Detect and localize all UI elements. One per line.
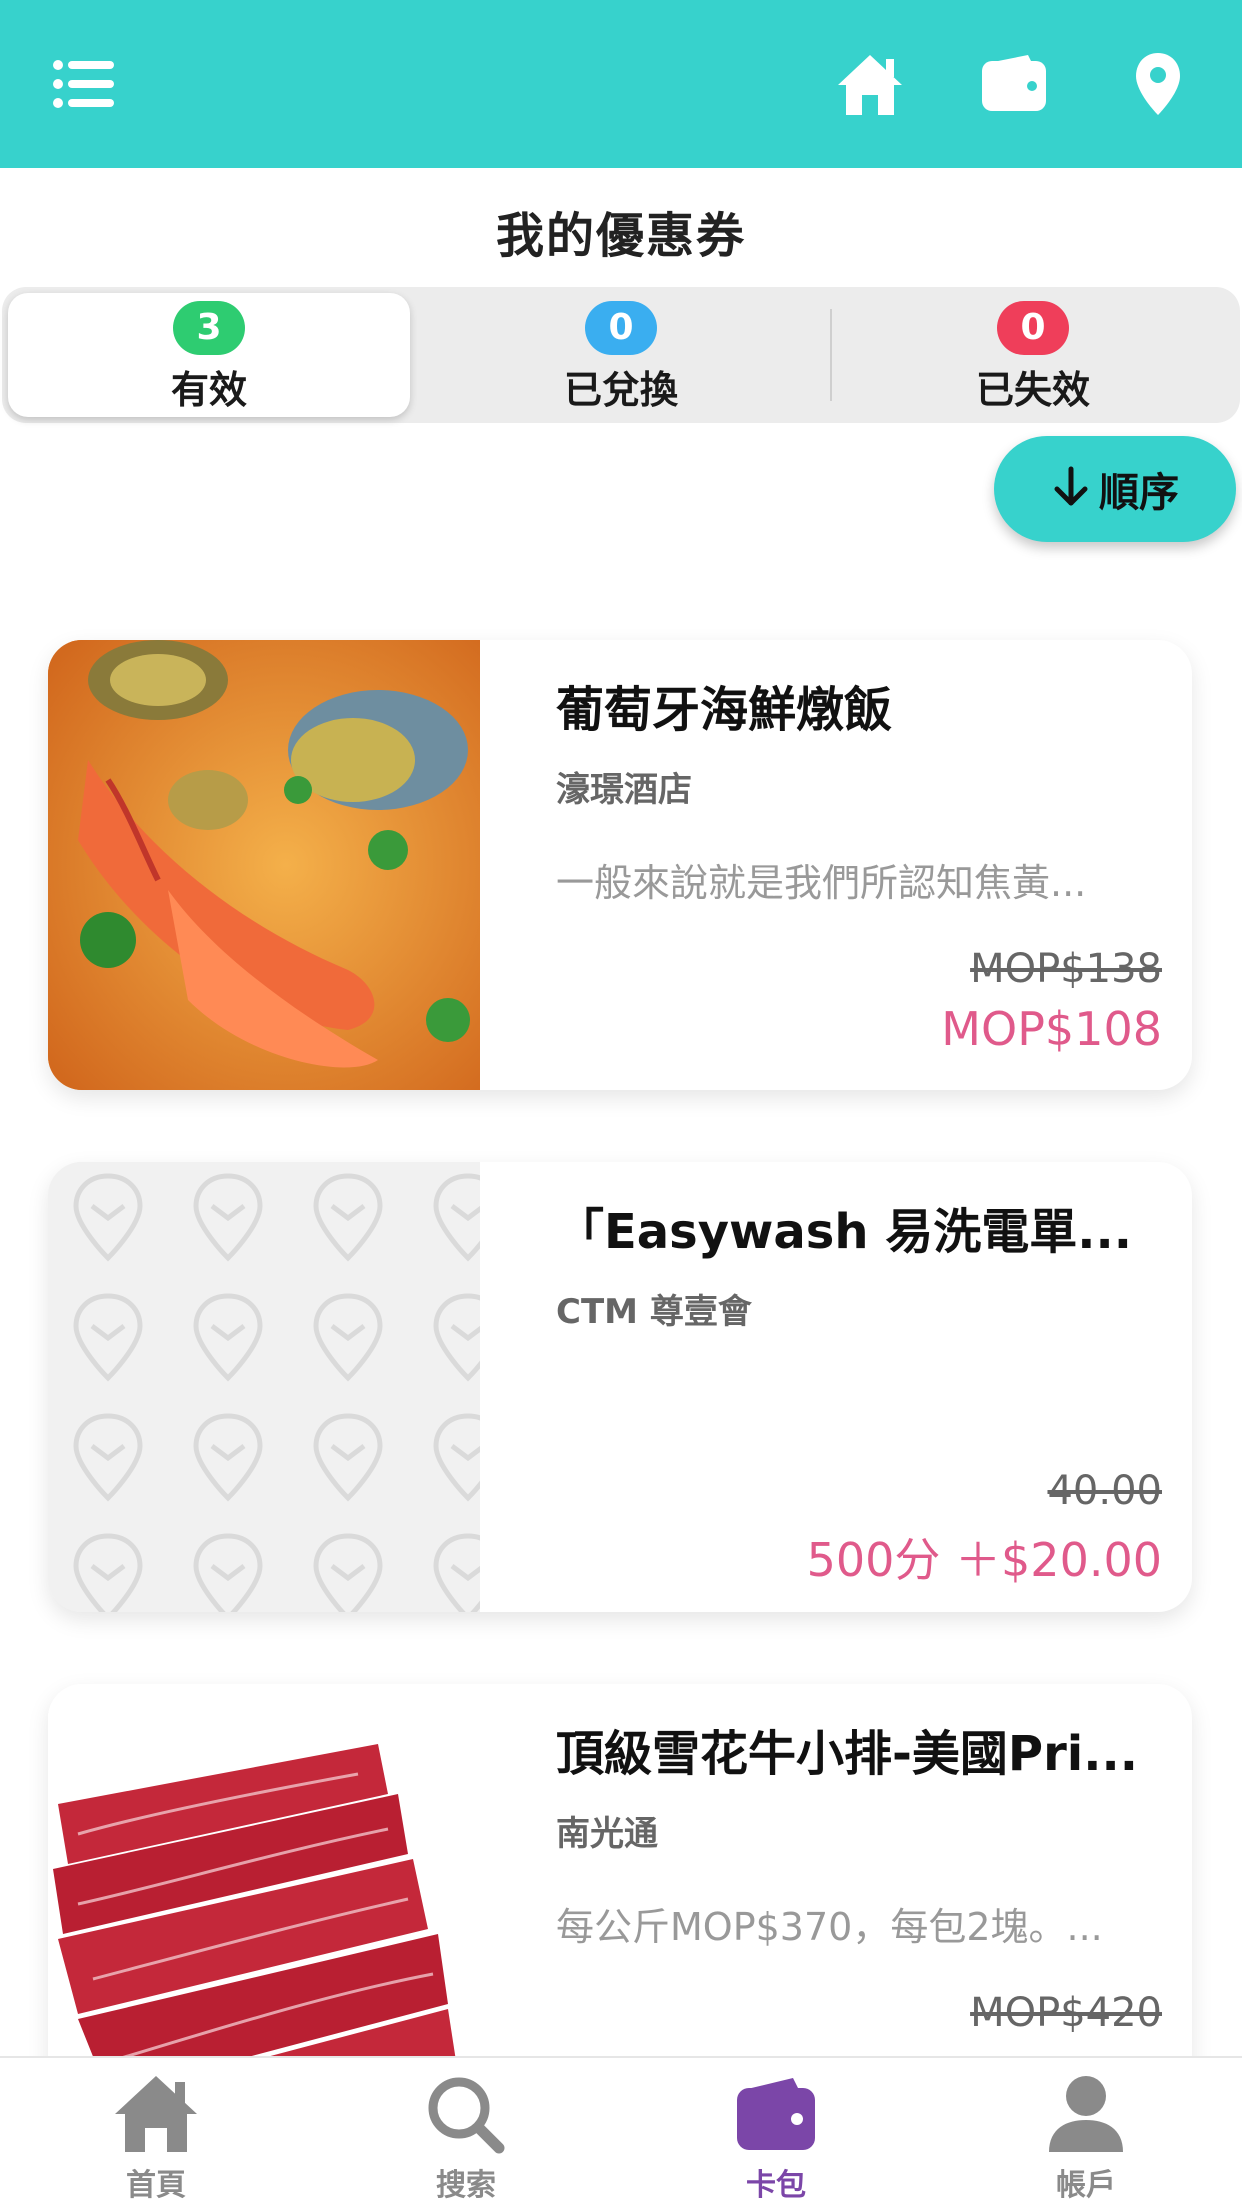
sort-button[interactable]: 順序 (994, 436, 1236, 542)
home-icon (56, 2072, 256, 2154)
coupon-title: 「Easywash 易洗電單... (556, 1204, 1132, 1260)
search-icon (366, 2072, 566, 2154)
wallet-icon[interactable] (974, 44, 1054, 124)
arrow-down-icon (1051, 465, 1091, 513)
seafood-rice-photo (48, 640, 480, 1090)
nav-wallet[interactable]: 卡包 (676, 2072, 876, 2204)
coupon-original-price: MOP$138 (970, 946, 1162, 992)
coupon-merchant: 南光通 (556, 1814, 658, 1854)
nav-account[interactable]: 帳戶 (986, 2072, 1186, 2204)
tab-redeemed[interactable]: 0 已兌換 (420, 293, 822, 417)
bottom-navigation: 首頁 搜索 卡包 帳戶 (0, 2056, 1242, 2208)
coupon-card[interactable]: 葡萄牙海鮮燉飯 濠璟酒店 一般來說就是我們所認知焦黃... MOP$138 MO… (48, 640, 1192, 1090)
wallet-icon (676, 2072, 876, 2154)
coupon-title: 頂級雪花牛小排-美國Pri... (556, 1726, 1138, 1782)
tab-label: 已失效 (975, 368, 1090, 412)
coupon-price: MOP$108 (941, 1002, 1162, 1056)
coupon-description: 每公斤MOP$370，每包2塊。... (556, 1905, 1103, 1949)
home-icon[interactable] (830, 44, 910, 124)
tab-valid[interactable]: 3 有效 (8, 293, 410, 417)
valid-count-badge: 3 (173, 301, 245, 355)
coupon-card[interactable]: 「Easywash 易洗電單... CTM 尊壹會 40.00 500分 ＋$2… (48, 1162, 1192, 1612)
nav-label: 卡包 (746, 2168, 806, 2203)
coupon-title: 葡萄牙海鮮燉飯 (556, 682, 893, 738)
coupon-merchant: CTM 尊壹會 (556, 1292, 752, 1332)
tab-expired[interactable]: 0 已失效 (832, 293, 1234, 417)
coupon-status-tabs: 3 有效 0 已兌換 0 已失效 (2, 287, 1240, 423)
coupon-original-price: 40.00 (1047, 1468, 1162, 1514)
coupon-price: 500分 ＋$20.00 (806, 1533, 1162, 1587)
coupon-merchant: 濠璟酒店 (556, 770, 692, 810)
menu-icon[interactable] (44, 44, 124, 124)
location-pin-icon[interactable] (1118, 44, 1198, 124)
user-icon (986, 2072, 1186, 2154)
redeemed-count-badge: 0 (585, 301, 657, 355)
coupon-original-price: MOP$420 (970, 1990, 1162, 2036)
sort-label: 順序 (1099, 470, 1179, 516)
nav-label: 帳戶 (1056, 2168, 1116, 2203)
tab-label: 已兌換 (563, 368, 678, 412)
placeholder-logo-pattern (48, 1162, 480, 1612)
tab-label: 有效 (170, 368, 247, 412)
nav-label: 搜索 (436, 2168, 496, 2203)
top-bar (0, 0, 1242, 168)
app-root: 我的優惠券 3 有效 0 已兌換 0 已失效 順序 葡萄牙海鮮燉飯 濠璟酒店 一… (0, 0, 1242, 2208)
nav-search[interactable]: 搜索 (366, 2072, 566, 2204)
nav-home[interactable]: 首頁 (56, 2072, 256, 2204)
expired-count-badge: 0 (997, 301, 1069, 355)
coupon-description: 一般來說就是我們所認知焦黃... (556, 861, 1087, 905)
page-title: 我的優惠券 (495, 208, 746, 264)
nav-label: 首頁 (126, 2168, 186, 2203)
